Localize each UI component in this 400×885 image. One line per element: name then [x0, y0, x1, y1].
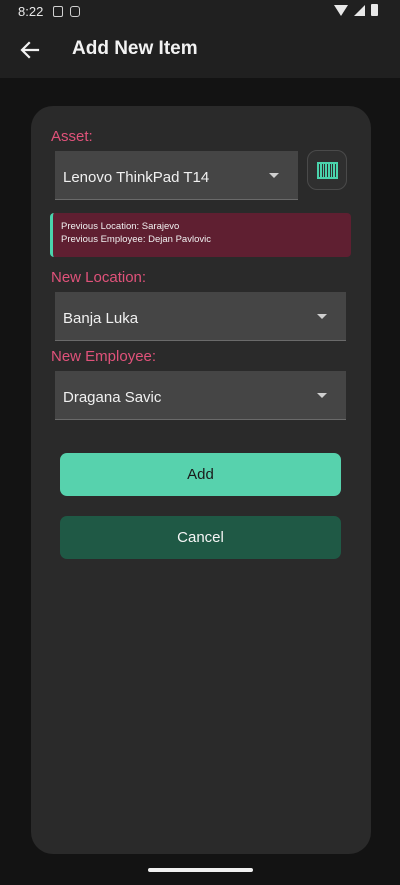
status-indicators	[334, 4, 378, 16]
back-button[interactable]	[10, 30, 50, 70]
app-notification-icon	[53, 6, 63, 17]
signal-icon	[354, 4, 365, 16]
app-notification-icon	[70, 6, 80, 17]
add-button[interactable]: Add	[60, 453, 341, 496]
asset-value: Lenovo ThinkPad T14	[63, 169, 210, 186]
home-indicator[interactable]	[148, 868, 253, 872]
previous-employee-text: Previous Employee: Dejan Pavlovic	[61, 234, 211, 245]
form-card: Asset: Lenovo ThinkPad T14 Previous Loca…	[31, 106, 371, 854]
battery-icon	[371, 4, 378, 16]
chevron-down-icon	[317, 314, 327, 319]
screen: 8:22 Add New Item Asset: Lenovo ThinkPad…	[0, 0, 400, 885]
chevron-down-icon	[269, 173, 279, 178]
new-location-dropdown[interactable]: Banja Luka	[55, 292, 346, 341]
cancel-button[interactable]: Cancel	[60, 516, 341, 559]
new-employee-dropdown[interactable]: Dragana Savic	[55, 371, 346, 420]
wifi-icon	[334, 4, 348, 16]
app-bar: Add New Item	[0, 24, 400, 78]
page-title: Add New Item	[72, 38, 198, 59]
status-time: 8:22	[18, 4, 44, 19]
asset-label: Asset:	[51, 128, 93, 145]
new-location-label: New Location:	[51, 269, 147, 286]
asset-dropdown[interactable]: Lenovo ThinkPad T14	[55, 151, 298, 200]
scan-barcode-button[interactable]	[307, 150, 347, 190]
arrow-left-icon	[20, 41, 40, 59]
previous-location-text: Previous Location: Sarajevo	[61, 221, 180, 232]
barcode-icon	[317, 162, 338, 179]
new-employee-value: Dragana Savic	[63, 389, 162, 406]
new-location-value: Banja Luka	[63, 310, 139, 327]
new-employee-label: New Employee:	[51, 348, 157, 365]
status-bar: 8:22	[0, 0, 400, 24]
previous-assignment-info: Previous Location: Sarajevo Previous Emp…	[50, 213, 351, 257]
chevron-down-icon	[317, 393, 327, 398]
